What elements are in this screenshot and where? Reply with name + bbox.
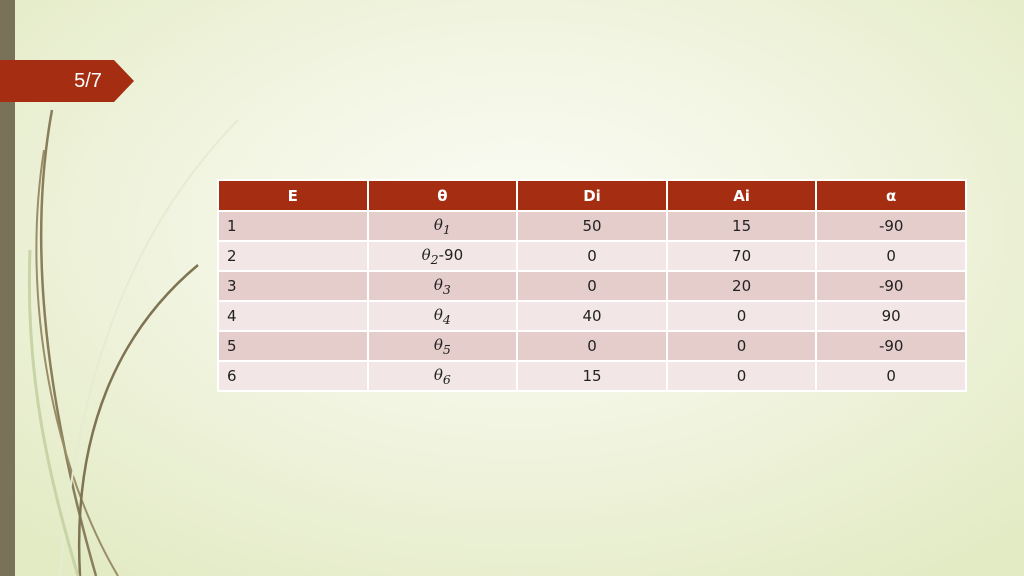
table-row: 5 θ5 0 0 -90 — [217, 330, 967, 362]
theta-symbol: θ — [433, 215, 443, 234]
slide-number-badge: 5/7 — [0, 60, 134, 102]
theta-subscript: 3 — [442, 281, 451, 297]
cell-di: 50 — [516, 210, 668, 242]
theta-symbol: θ — [433, 335, 443, 354]
cell-theta: θ4 — [366, 300, 519, 332]
cell-e: 3 — [217, 270, 369, 302]
theta-symbol: θ — [433, 275, 443, 294]
cell-theta: θ6 — [366, 360, 519, 392]
cell-di: 0 — [516, 330, 668, 362]
cell-ai: 0 — [665, 360, 818, 392]
table-row: 3 θ3 0 20 -90 — [217, 270, 967, 302]
table-row: 6 θ6 15 0 0 — [217, 360, 967, 392]
slide-number: 5/7 — [74, 70, 102, 92]
theta-symbol: θ — [433, 305, 443, 324]
header-ai: Ai — [665, 179, 818, 212]
theta-subscript: 2 — [430, 251, 439, 267]
cell-alpha: 90 — [815, 300, 967, 332]
cell-ai: 15 — [665, 210, 818, 242]
header-alpha: α — [815, 179, 967, 212]
cell-di: 15 — [516, 360, 668, 392]
header-e: E — [217, 179, 369, 212]
cell-alpha: -90 — [815, 210, 967, 242]
cell-alpha: -90 — [815, 330, 967, 362]
cell-alpha: 0 — [815, 360, 967, 392]
table-header-row: E θ Di Ai α — [217, 179, 967, 212]
table-row: 2 θ2-90 0 70 0 — [217, 240, 967, 272]
cell-e: 1 — [217, 210, 369, 242]
cell-ai: 0 — [665, 330, 818, 362]
theta-symbol: θ — [433, 365, 443, 384]
header-theta: θ — [366, 179, 519, 212]
theta-subscript: 4 — [442, 311, 451, 327]
header-di: Di — [516, 179, 668, 212]
cell-e: 5 — [217, 330, 369, 362]
cell-di: 0 — [516, 270, 668, 302]
table-row: 1 θ1 50 15 -90 — [217, 210, 967, 242]
cell-e: 2 — [217, 240, 369, 272]
cell-alpha: -90 — [815, 270, 967, 302]
cell-theta: θ1 — [366, 210, 519, 242]
cell-e: 6 — [217, 360, 369, 392]
theta-subscript: 6 — [442, 371, 451, 387]
theta-subscript: 1 — [442, 221, 451, 237]
theta-offset: -90 — [438, 245, 464, 264]
dh-parameter-table: E θ Di Ai α 1 θ1 50 15 -90 2 θ2-90 0 70 … — [217, 179, 967, 392]
cell-di: 0 — [516, 240, 668, 272]
cell-e: 4 — [217, 300, 369, 332]
cell-ai: 0 — [665, 300, 818, 332]
theta-symbol: θ — [421, 245, 431, 264]
cell-ai: 70 — [665, 240, 818, 272]
theta-subscript: 5 — [442, 341, 451, 357]
cell-theta: θ5 — [366, 330, 519, 362]
cell-theta: θ2-90 — [366, 240, 519, 272]
cell-ai: 20 — [665, 270, 818, 302]
table-row: 4 θ4 40 0 90 — [217, 300, 967, 332]
cell-alpha: 0 — [815, 240, 967, 272]
cell-di: 40 — [516, 300, 668, 332]
cell-theta: θ3 — [366, 270, 519, 302]
